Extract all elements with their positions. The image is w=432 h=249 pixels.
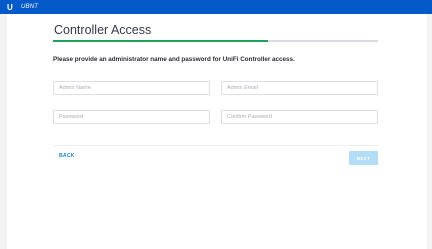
top-bar: U UBNT	[0, 0, 432, 14]
brand-label: UBNT	[21, 4, 39, 10]
step-progress-fill	[53, 40, 268, 42]
password-input[interactable]	[53, 110, 210, 124]
back-button[interactable]: BACK	[59, 153, 75, 159]
admin-name-input[interactable]	[53, 81, 210, 95]
admin-email-input[interactable]	[221, 81, 378, 95]
confirm-password-input[interactable]	[221, 110, 378, 124]
setup-panel	[7, 14, 427, 249]
footer-divider	[53, 145, 378, 146]
step-progress-bar	[53, 40, 378, 42]
ubiquiti-logo-icon: U	[7, 2, 13, 12]
instruction-text: Please provide an administrator name and…	[53, 56, 295, 63]
page-title: Controller Access	[54, 23, 152, 37]
next-button[interactable]: NEXT	[349, 151, 378, 165]
